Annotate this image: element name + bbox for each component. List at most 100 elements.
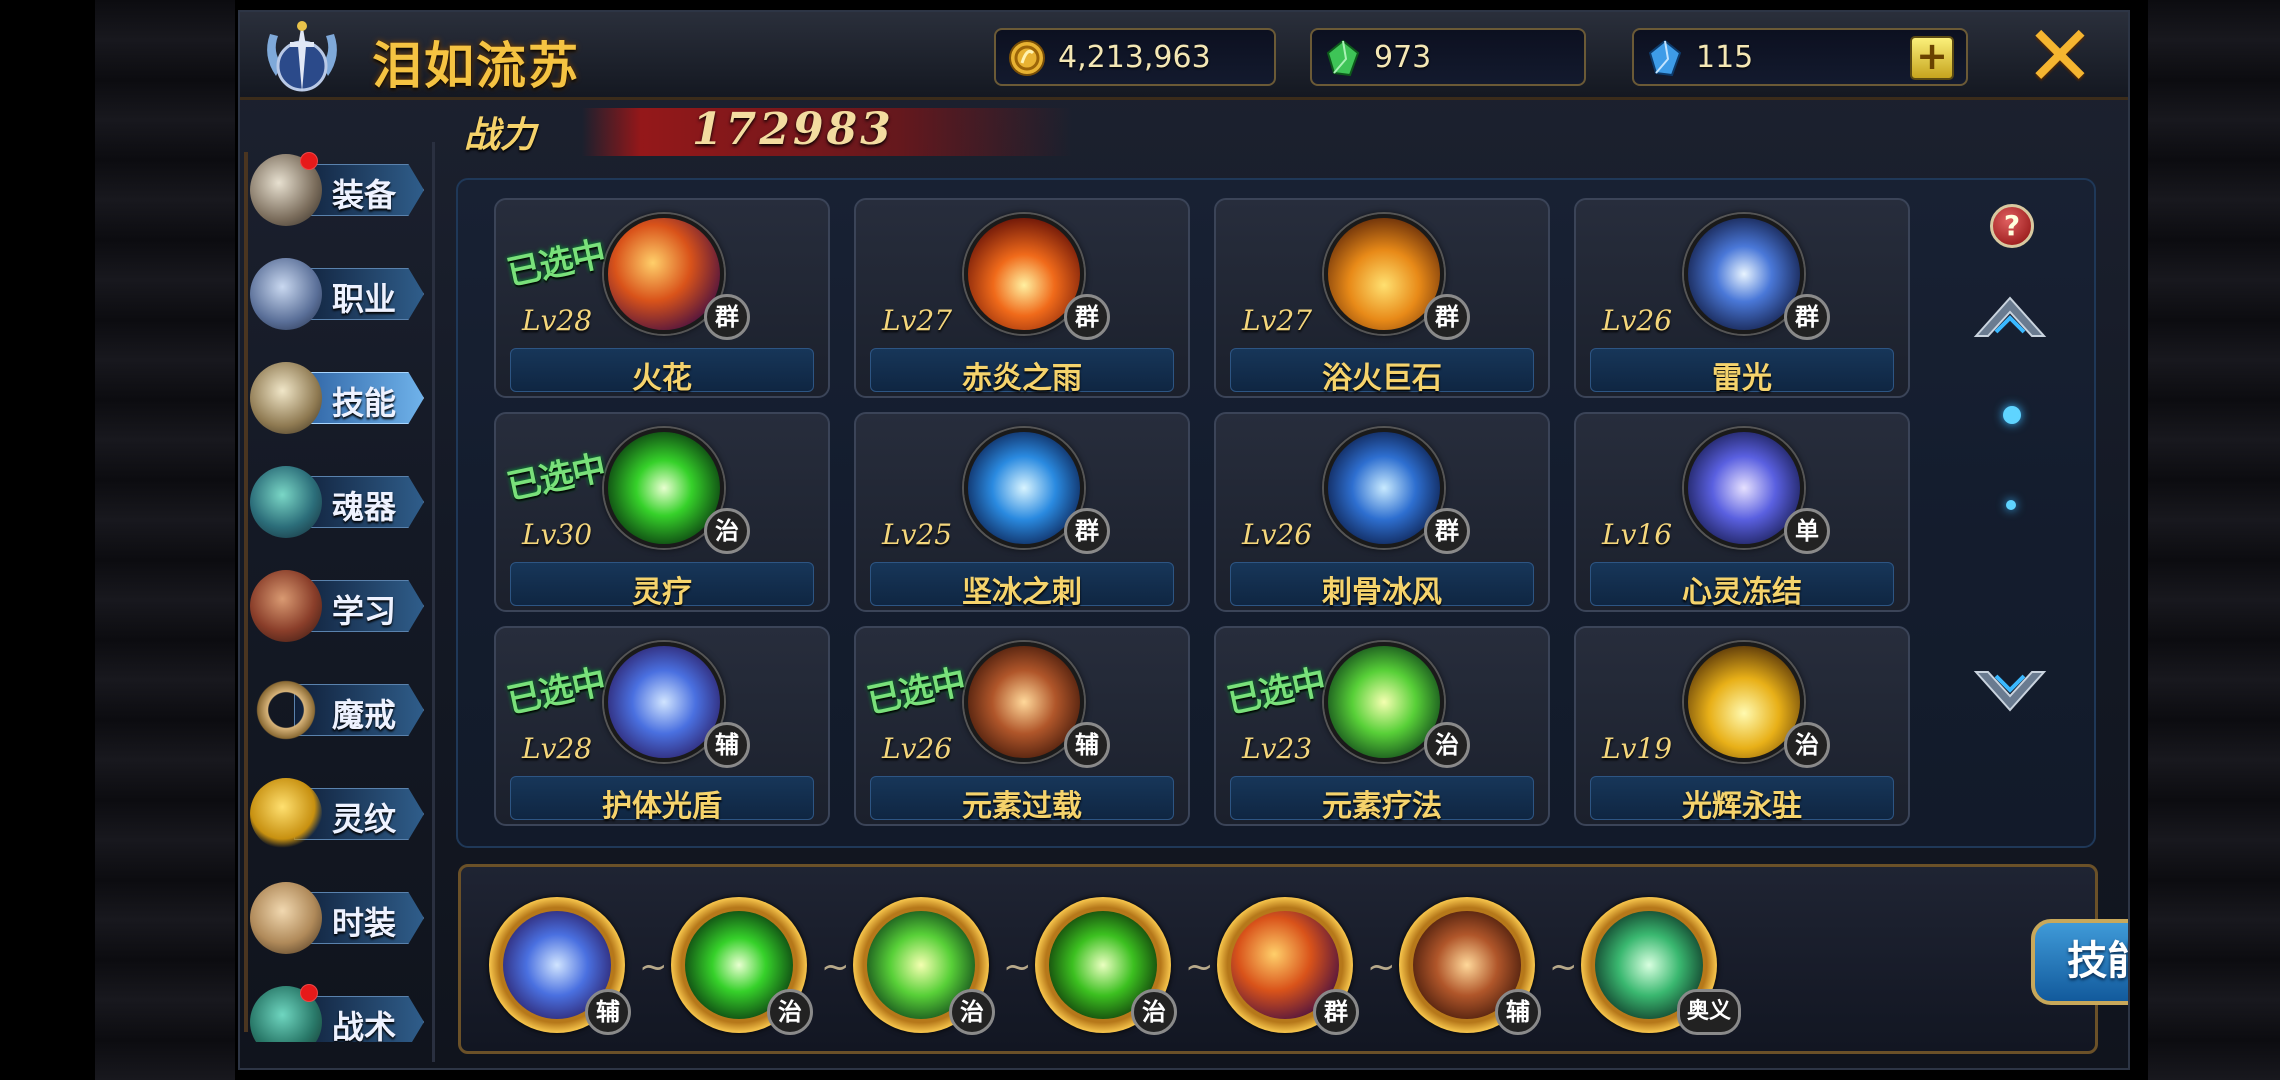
skill-name: 坚冰之刺 — [962, 575, 1082, 610]
skill-type-badge: 群 — [1313, 989, 1359, 1035]
sidebar-item-rune[interactable]: 灵纹 — [250, 774, 426, 854]
right-border-texture — [2148, 0, 2280, 1080]
skill-card[interactable]: 群 Lv26 雷光 — [1574, 198, 1910, 398]
sidebar-rail — [244, 152, 248, 1032]
skill-level: Lv25 — [882, 518, 953, 551]
skill-level: Lv27 — [882, 304, 953, 337]
ring-icon — [250, 674, 322, 746]
sidebar-nav: 装备 职业 技能 魂器 学习 魔戒 灵纹 时装 战术 — [240, 142, 440, 1062]
sidebar-item-soul-artifact[interactable]: 魂器 — [250, 462, 426, 542]
loadout-slot[interactable]: 辅 — [489, 897, 631, 1035]
costume-icon — [250, 882, 322, 954]
selected-tag: 已选中 — [863, 662, 969, 722]
sidebar-item-equipment[interactable]: 装备 — [250, 150, 426, 230]
green-gem-amount: 973 — [1374, 40, 1432, 75]
loadout-slot[interactable]: 治 — [671, 897, 813, 1035]
skill-card[interactable]: 治 Lv30 灵疗 已选中 — [494, 412, 830, 612]
skill-type-badge: 治 — [1424, 722, 1470, 768]
close-button[interactable]: ✕ — [2024, 14, 2096, 98]
skill-type-badge: 治 — [949, 989, 995, 1035]
slot-separator: ~ — [1185, 947, 1214, 987]
scroll-up-arrow-icon[interactable] — [1970, 284, 2050, 344]
skill-level: Lv26 — [882, 732, 953, 765]
blue-gem-counter: 115 + — [1632, 28, 1968, 86]
skill-card[interactable]: 群 Lv28 火花 已选中 — [494, 198, 830, 398]
sidebar-item-label: 技能 — [332, 384, 397, 422]
skill-level: Lv28 — [522, 304, 593, 337]
sidebar-item-tactics[interactable]: 战术 — [250, 982, 426, 1042]
skill-panel: 泪如流苏 4,213,963 973 115 + ✕ 战力 172983 装备 … — [238, 10, 2130, 1070]
skill-card[interactable]: 群 Lv25 坚冰之刺 — [854, 412, 1190, 612]
skill-name: 元素疗法 — [1322, 789, 1442, 824]
add-currency-button[interactable]: + — [1910, 36, 1954, 80]
help-button[interactable]: ? — [1990, 204, 2034, 248]
green-gem-counter: 973 — [1310, 28, 1586, 86]
skill-level: Lv23 — [1242, 732, 1313, 765]
skill-card[interactable]: 治 Lv19 光辉永驻 — [1574, 626, 1910, 826]
skill-type-badge: 治 — [767, 989, 813, 1035]
loadout-slot[interactable]: 治 — [853, 897, 995, 1035]
blue-gem-amount: 115 — [1696, 40, 1754, 75]
skill-card[interactable]: 单 Lv16 心灵冻结 — [1574, 412, 1910, 612]
skill-name-bar: 元素过载 — [870, 776, 1174, 824]
loadout-slot[interactable]: 群 — [1217, 897, 1359, 1035]
left-border-texture — [95, 0, 235, 1080]
skill-name-bar: 灵疗 — [510, 562, 814, 610]
skill-card[interactable]: 群 Lv27 赤炎之雨 — [854, 198, 1190, 398]
notification-dot — [300, 984, 318, 1002]
sidebar-item-class[interactable]: 职业 — [250, 254, 426, 334]
class-icon — [250, 258, 322, 330]
gold-counter: 4,213,963 — [994, 28, 1276, 86]
sidebar-item-label: 魔戒 — [332, 696, 397, 734]
skillbook-icon — [250, 362, 322, 434]
skill-type-badge: 辅 — [1495, 989, 1541, 1035]
skill-type-badge: 治 — [1131, 989, 1177, 1035]
skill-type-badge: 辅 — [1064, 722, 1110, 768]
skill-type-badge: 群 — [1064, 508, 1110, 554]
selected-tag: 已选中 — [503, 234, 609, 294]
skill-level: Lv28 — [522, 732, 593, 765]
sidebar-item-skills[interactable]: 技能 — [250, 358, 426, 438]
skill-type-badge: 群 — [1784, 294, 1830, 340]
skill-name-bar: 火花 — [510, 348, 814, 396]
skill-loadout-tray: 辅~治~治~治~群~辅~奥义技能组4 — [458, 864, 2128, 1054]
skill-name: 元素过载 — [962, 789, 1082, 824]
skill-card[interactable]: 治 Lv23 元素疗法 已选中 — [1214, 626, 1550, 826]
skill-type-badge: 辅 — [704, 722, 750, 768]
skill-card[interactable]: 群 Lv26 刺骨冰风 — [1214, 412, 1550, 612]
notification-dot — [300, 152, 318, 170]
skill-name-bar: 赤炎之雨 — [870, 348, 1174, 396]
skill-name-bar: 光辉永驻 — [1590, 776, 1894, 824]
skill-name: 光辉永驻 — [1682, 789, 1802, 824]
books-icon — [250, 570, 322, 642]
skill-card[interactable]: 辅 Lv26 元素过载 已选中 — [854, 626, 1190, 826]
skill-type-badge: 单 — [1784, 508, 1830, 554]
skill-card[interactable]: 群 Lv27 浴火巨石 — [1214, 198, 1550, 398]
skill-name: 雷光 — [1712, 361, 1772, 396]
skill-group-button[interactable]: 技能组4 — [2031, 919, 2128, 1005]
sidebar-item-study[interactable]: 学习 — [250, 566, 426, 646]
game-screen: 泪如流苏 4,213,963 973 115 + ✕ 战力 172983 装备 … — [0, 0, 2280, 1080]
scroll-down-arrow-icon[interactable] — [1970, 664, 2050, 724]
guild-emblem-icon — [267, 21, 337, 92]
skill-name-bar: 坚冰之刺 — [870, 562, 1174, 610]
skill-type-badge: 群 — [1424, 294, 1470, 340]
sidebar-divider — [432, 142, 435, 1062]
skill-name-bar: 心灵冻结 — [1590, 562, 1894, 610]
rune-icon — [250, 778, 322, 850]
skill-type-badge: 群 — [704, 294, 750, 340]
sidebar-item-costume[interactable]: 时装 — [250, 878, 426, 958]
sidebar-item-label: 职业 — [332, 280, 397, 318]
sidebar-item-ring[interactable]: 魔戒 — [250, 670, 426, 750]
loadout-slot[interactable]: 辅 — [1399, 897, 1541, 1035]
loadout-slot[interactable]: 治 — [1035, 897, 1177, 1035]
skill-level: Lv30 — [522, 518, 593, 551]
skill-card[interactable]: 辅 Lv28 护体光盾 已选中 — [494, 626, 830, 826]
skill-type-badge: 群 — [1064, 294, 1110, 340]
blue-crystal-icon — [1648, 39, 1682, 77]
selected-tag: 已选中 — [503, 662, 609, 722]
skill-level: Lv26 — [1242, 518, 1313, 551]
loadout-slot[interactable]: 奥义 — [1581, 897, 1741, 1035]
skill-name: 护体光盾 — [602, 789, 722, 824]
skill-name: 灵疗 — [632, 575, 692, 610]
